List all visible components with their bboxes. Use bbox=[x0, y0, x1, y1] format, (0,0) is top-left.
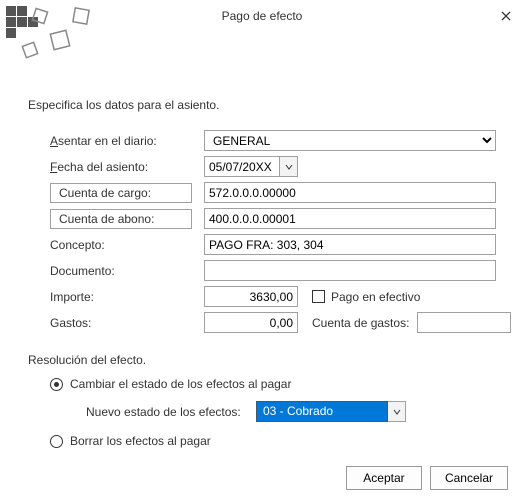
radio-delete-effects-label: Borrar los efectos al pagar bbox=[70, 434, 211, 448]
checkbox-pago-efectivo[interactable]: Pago en efectivo bbox=[312, 290, 420, 304]
label-importe: Importe: bbox=[50, 290, 204, 304]
dialog-title: Pago de efecto bbox=[222, 9, 303, 23]
date-dropdown-button[interactable] bbox=[280, 156, 298, 177]
input-cuenta-abono[interactable] bbox=[204, 208, 496, 229]
checkbox-icon bbox=[312, 290, 325, 303]
cancel-button[interactable]: Cancelar bbox=[430, 466, 508, 490]
radio-change-state[interactable]: Cambiar el estado de los efectos al paga… bbox=[50, 377, 496, 391]
input-documento[interactable] bbox=[204, 260, 496, 281]
input-fecha[interactable] bbox=[204, 156, 280, 177]
select-new-state-dropdown[interactable] bbox=[388, 401, 406, 422]
input-cuenta-cargo[interactable] bbox=[204, 182, 496, 203]
close-icon bbox=[501, 11, 511, 21]
accept-button[interactable]: Aceptar bbox=[346, 466, 422, 490]
titlebar: Pago de efecto bbox=[0, 0, 524, 32]
close-button[interactable] bbox=[496, 6, 516, 26]
label-fecha: Fecha del asiento: bbox=[50, 160, 204, 174]
label-gastos: Gastos: bbox=[50, 316, 204, 330]
section-resolution-title: Resolución del efecto. bbox=[28, 353, 496, 367]
input-concepto[interactable] bbox=[204, 234, 496, 255]
label-pago-efectivo: Pago en efectivo bbox=[331, 290, 420, 304]
input-importe[interactable] bbox=[204, 286, 298, 307]
button-cuenta-cargo[interactable]: Cuenta de cargo: bbox=[50, 183, 192, 203]
radio-icon bbox=[50, 378, 63, 391]
chevron-down-icon bbox=[285, 163, 293, 171]
chevron-down-icon bbox=[393, 408, 401, 416]
button-cuenta-abono[interactable]: Cuenta de abono: bbox=[50, 209, 192, 229]
radio-change-state-label: Cambiar el estado de los efectos al paga… bbox=[70, 377, 291, 391]
radio-delete-effects[interactable]: Borrar los efectos al pagar bbox=[50, 434, 496, 448]
label-documento: Documento: bbox=[50, 264, 204, 278]
select-new-state[interactable]: 03 - Cobrado bbox=[256, 401, 388, 422]
label-diario: Asentar en el diario: bbox=[50, 134, 204, 148]
select-diario[interactable]: GENERAL bbox=[204, 130, 496, 151]
label-cuenta-gastos: Cuenta de gastos: bbox=[312, 316, 409, 330]
label-concepto: Concepto: bbox=[50, 238, 204, 252]
label-new-state: Nuevo estado de los efectos: bbox=[86, 405, 256, 419]
instruction-text: Especifica los datos para el asiento. bbox=[28, 98, 496, 112]
input-gastos[interactable] bbox=[204, 312, 298, 333]
radio-icon bbox=[50, 435, 63, 448]
input-cuenta-gastos[interactable] bbox=[417, 312, 511, 333]
